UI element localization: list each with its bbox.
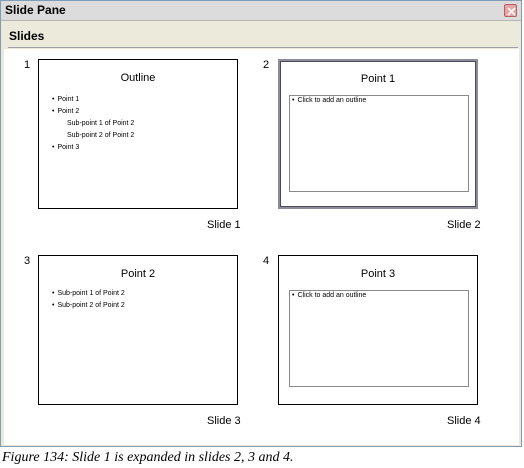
slides-label: Slides	[9, 29, 45, 43]
outline-placeholder-box[interactable]: Click to add an outline	[289, 290, 469, 387]
window-title: Slide Pane	[5, 3, 66, 17]
slides-header: Slides	[2, 22, 520, 47]
slide-title: Outline	[120, 72, 156, 84]
close-icon[interactable]	[504, 4, 517, 17]
slide-title: Point 2	[120, 268, 156, 280]
bullet-item: Point 3	[52, 142, 134, 154]
bullet-item: Sub-point 1 of Point 2	[67, 120, 135, 127]
slide-title: Point 1	[360, 73, 396, 85]
slide-number: 4	[263, 255, 270, 267]
bullet-item: Sub-point 2 of Point 2	[52, 300, 124, 312]
slide-caption: Slide 2	[447, 219, 481, 231]
slide-number: 2	[263, 59, 270, 71]
slide-caption: Slide 4	[447, 415, 481, 427]
slide-pane-window: Slide Pane Slides 1 Outline Point 1 Poin…	[0, 0, 522, 447]
slide-caption: Slide 1	[207, 219, 241, 231]
slide-thumbnail-1[interactable]: Outline Point 1 Point 2 Sub-point 1 of P…	[38, 59, 238, 209]
slide-caption: Slide 3	[207, 415, 241, 427]
slide-number: 1	[24, 59, 31, 71]
slide-thumbnail-4[interactable]: Point 3 Click to add an outline	[278, 255, 478, 405]
slide-number: 3	[24, 255, 31, 267]
slide-title: Point 3	[360, 268, 396, 280]
bullet-item: Sub-point 1 of Point 2	[52, 288, 124, 300]
slide-thumbnail-3[interactable]: Point 2 Sub-point 1 of Point 2 Sub-point…	[38, 255, 238, 405]
slide-grid: 1 Outline Point 1 Point 2 Sub-point 1 of…	[4, 49, 519, 445]
bullet-item: Sub-point 2 of Point 2	[67, 132, 135, 139]
outline-placeholder-box[interactable]: Click to add an outline	[289, 95, 469, 192]
slide-bullets: Point 1 Point 2 Sub-point 1 of Point 2 S…	[52, 94, 134, 154]
title-bar: Slide Pane	[1, 1, 521, 21]
slide-thumbnail-2[interactable]: Point 1 Click to add an outline	[278, 59, 478, 209]
figure-caption: Figure 134: Slide 1 is expanded in slide…	[2, 450, 294, 465]
bullet-item: Point 2	[52, 106, 134, 118]
header-divider	[8, 47, 518, 48]
placeholder-text: Click to add an outline	[292, 96, 366, 106]
bullet-item: Point 1	[52, 94, 134, 106]
slide-bullets: Sub-point 1 of Point 2 Sub-point 2 of Po…	[52, 288, 124, 312]
placeholder-text: Click to add an outline	[292, 291, 366, 301]
